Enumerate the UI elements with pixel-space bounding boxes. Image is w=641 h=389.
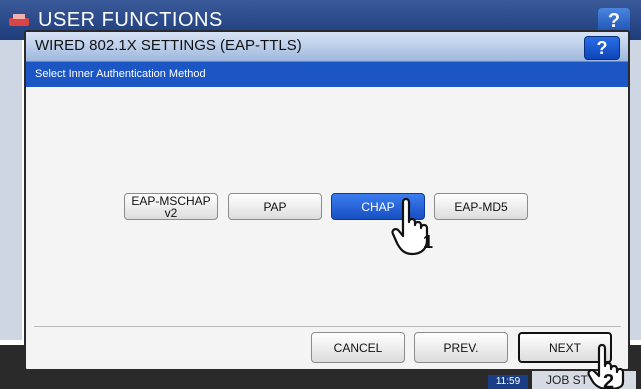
- cancel-button[interactable]: CANCEL: [311, 332, 405, 363]
- app-title: USER FUNCTIONS: [38, 9, 223, 31]
- printer-icon: [9, 14, 29, 26]
- clock: 11:59: [488, 375, 528, 389]
- cancel-label: CANCEL: [333, 340, 383, 355]
- pap-button[interactable]: PAP: [228, 193, 322, 220]
- left-edge-panel: [0, 40, 22, 340]
- pap-label: PAP: [263, 199, 287, 214]
- step-1-number: 1: [423, 232, 433, 252]
- instruction-bar: Select Inner Authentication Method: [26, 62, 628, 87]
- prev-label: PREV.: [443, 340, 479, 355]
- next-label: NEXT: [548, 340, 581, 355]
- eap-mschapv2-button[interactable]: EAP-MSCHAP v2: [124, 193, 218, 220]
- tap-hand-icon-step-2: 2: [587, 343, 625, 389]
- eap-md5-label: EAP-MD5: [454, 199, 508, 214]
- instruction-text: Select Inner Authentication Method: [35, 68, 206, 80]
- dialog-title: WIRED 802.1X SETTINGS (EAP-TTLS): [35, 37, 302, 54]
- eap-mschapv2-label: EAP-MSCHAP v2: [131, 193, 211, 220]
- dialog-titlebar: WIRED 802.1X SETTINGS (EAP-TTLS) ?: [26, 32, 628, 62]
- dialog-help-button[interactable]: ?: [584, 36, 620, 60]
- eap-ttls-dialog: WIRED 802.1X SETTINGS (EAP-TTLS) ? Selec…: [24, 30, 630, 371]
- divider: [34, 326, 621, 327]
- prev-button[interactable]: PREV.: [414, 332, 508, 363]
- tap-hand-icon-step-1: 1: [391, 197, 433, 256]
- step-2-number: 2: [603, 371, 614, 389]
- eap-md5-button[interactable]: EAP-MD5: [434, 193, 528, 220]
